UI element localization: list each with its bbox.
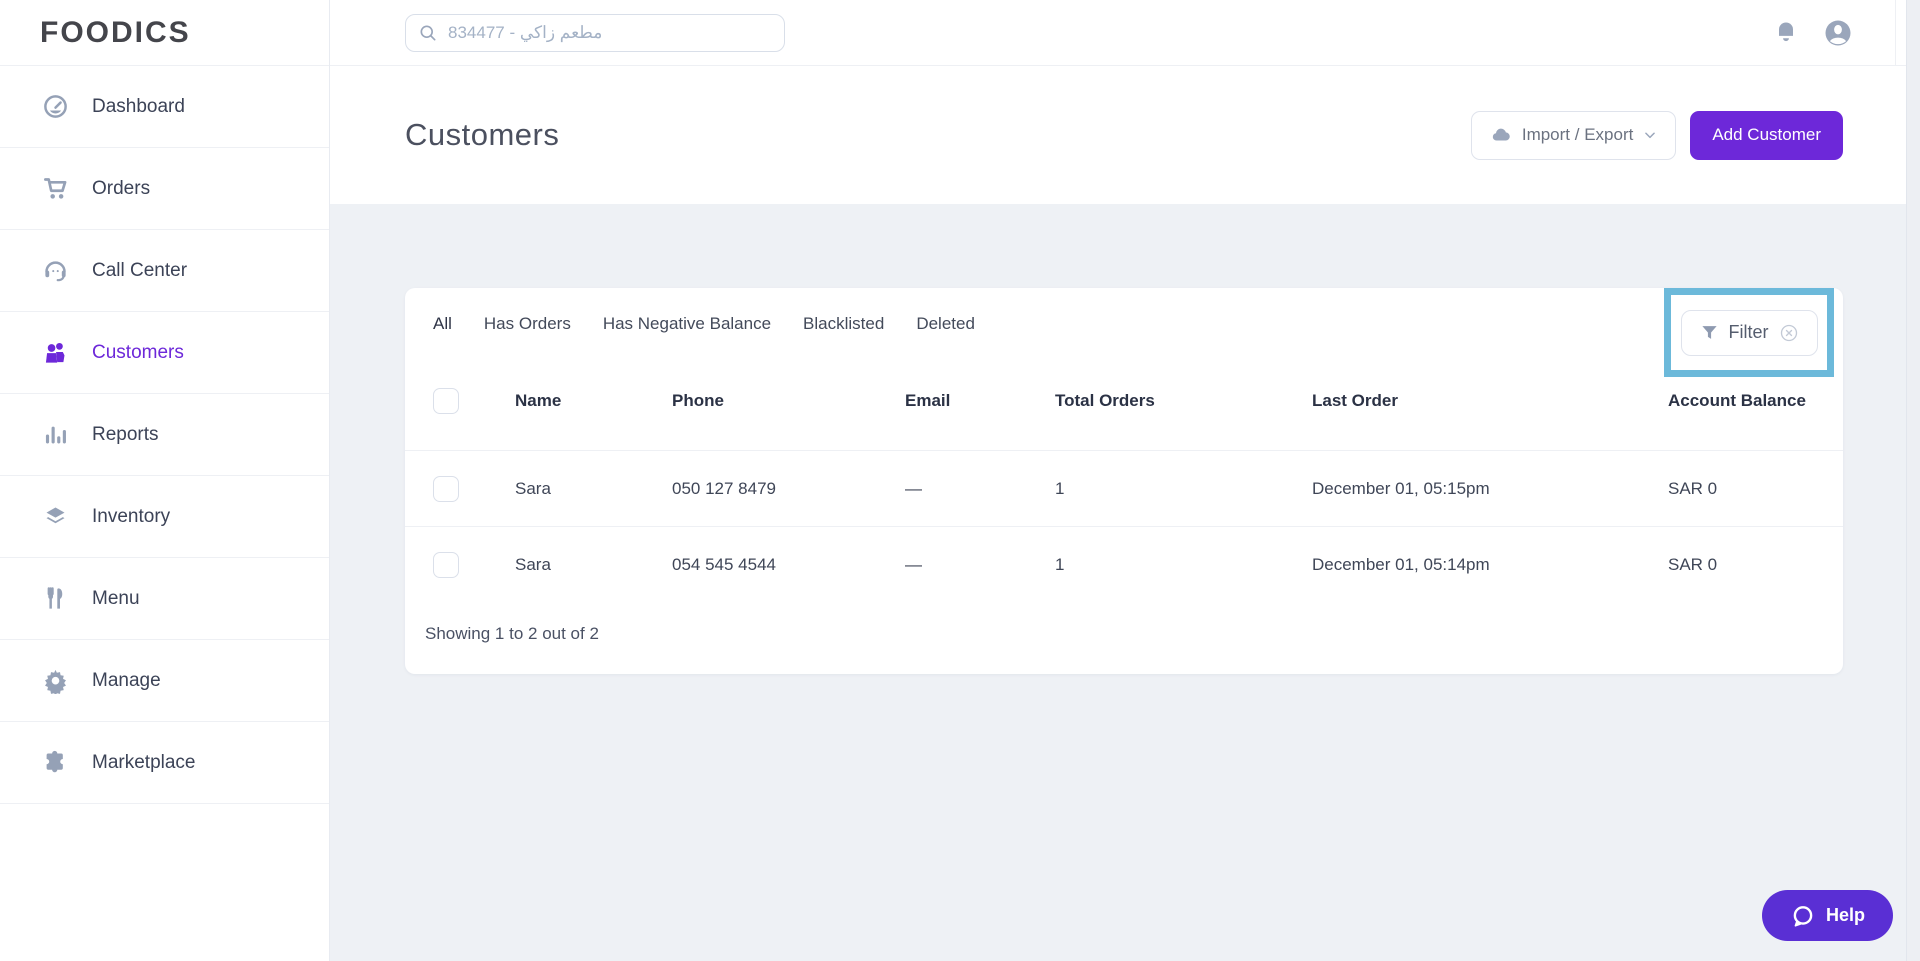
tab-has-negative-balance[interactable]: Has Negative Balance [603, 314, 771, 334]
filter-button[interactable]: Filter [1680, 309, 1818, 356]
column-header-account-balance: Account Balance [1668, 391, 1806, 410]
cloud-icon [1490, 124, 1512, 146]
customers-icon [40, 338, 70, 368]
sidebar-item-label: Manage [92, 669, 161, 691]
cell-phone: 054 545 4544 [672, 554, 776, 574]
column-header-phone: Phone [672, 391, 724, 410]
search-icon [418, 23, 438, 43]
customers-card: All Has Orders Has Negative Balance Blac… [405, 288, 1843, 674]
search-input[interactable]: مطعم زاكي - 834477 [405, 13, 785, 52]
table-row[interactable]: Sara 050 127 8479 — 1 December 01, 05:15… [405, 450, 1843, 526]
chevron-down-icon [1643, 128, 1657, 142]
chat-bubble-icon [1790, 903, 1816, 929]
utensils-icon [40, 584, 70, 614]
pagination-summary: Showing 1 to 2 out of 2 [425, 624, 599, 643]
sidebar-item-manage[interactable]: Manage [0, 640, 329, 722]
help-label: Help [1825, 905, 1865, 925]
content-area: All Has Orders Has Negative Balance Blac… [330, 204, 1920, 961]
sidebar-item-label: Call Center [92, 259, 188, 281]
cell-email: — [905, 478, 922, 498]
import-export-label: Import / Export [1521, 125, 1634, 144]
row-checkbox[interactable] [433, 475, 459, 502]
row-checkbox[interactable] [433, 551, 459, 578]
header-actions: Import / Export Add Customer [1470, 110, 1843, 160]
select-all-checkbox[interactable] [433, 388, 459, 414]
bar-chart-icon [40, 420, 70, 450]
cell-account-balance: SAR 0 [1668, 554, 1718, 574]
cell-total-orders: 1 [1055, 478, 1065, 498]
sidebar-item-label: Menu [92, 587, 140, 609]
add-customer-button[interactable]: Add Customer [1690, 110, 1843, 160]
import-export-button[interactable]: Import / Export [1470, 110, 1677, 160]
cell-last-order: December 01, 05:14pm [1312, 554, 1490, 574]
cart-icon [40, 174, 70, 204]
sidebar-item-label: Inventory [92, 505, 171, 527]
sidebar-item-menu[interactable]: Menu [0, 558, 329, 640]
app-root: FOODICS Dashboard Orders Call Center Cus [0, 0, 1920, 961]
funnel-icon [1700, 323, 1719, 342]
tab-has-orders[interactable]: Has Orders [484, 314, 571, 334]
column-header-total-orders: Total Orders [1055, 391, 1155, 410]
topbar: مطعم زاكي - 834477 [330, 0, 1920, 66]
sidebar-item-call-center[interactable]: Call Center [0, 230, 329, 312]
column-header-name: Name [515, 391, 562, 410]
cell-account-balance: SAR 0 [1668, 478, 1718, 498]
cell-name: Sara [515, 554, 551, 574]
cell-email: — [905, 554, 922, 574]
cell-name: Sara [515, 478, 551, 498]
filter-tabs: All Has Orders Has Negative Balance Blac… [405, 288, 1843, 352]
topbar-right [1769, 0, 1896, 65]
sidebar-item-marketplace[interactable]: Marketplace [0, 722, 329, 804]
dashboard-icon [40, 92, 70, 122]
sidebar-item-label: Marketplace [92, 751, 196, 773]
page-title: Customers [405, 117, 560, 152]
main-area: مطعم زاكي - 834477 Customers Import / Ex… [330, 0, 1920, 961]
tab-all[interactable]: All [433, 314, 452, 334]
sidebar-item-label: Reports [92, 423, 159, 445]
logo-area: FOODICS [0, 0, 329, 66]
sidebar-item-dashboard[interactable]: Dashboard [0, 66, 329, 148]
page-header: Customers Import / Export Add Customer [330, 66, 1920, 204]
sidebar-item-orders[interactable]: Orders [0, 148, 329, 230]
clear-filter-icon[interactable] [1779, 323, 1799, 343]
help-button[interactable]: Help [1762, 890, 1893, 941]
filter-button-label: Filter [1728, 322, 1769, 342]
cell-phone: 050 127 8479 [672, 478, 776, 498]
user-avatar-icon[interactable] [1821, 16, 1855, 50]
foodics-logo: FOODICS [40, 15, 191, 49]
notifications-bell-icon[interactable] [1769, 16, 1803, 50]
gear-icon [40, 666, 70, 696]
headset-icon [40, 256, 70, 286]
sidebar-item-customers[interactable]: Customers [0, 312, 329, 394]
sidebar-item-label: Customers [92, 341, 184, 363]
layers-icon [40, 502, 70, 532]
sidebar-item-label: Dashboard [92, 95, 185, 117]
search-value: مطعم زاكي - 834477 [448, 22, 603, 42]
cell-total-orders: 1 [1055, 554, 1065, 574]
table-header-row: Name Phone Email Total Orders Last Order… [405, 352, 1843, 450]
sidebar-item-inventory[interactable]: Inventory [0, 476, 329, 558]
cell-last-order: December 01, 05:15pm [1312, 478, 1490, 498]
column-header-last-order: Last Order [1312, 391, 1398, 410]
filter-highlight-annotation: Filter [1664, 288, 1834, 377]
sidebar-item-label: Orders [92, 177, 151, 199]
puzzle-icon [40, 748, 70, 778]
tab-blacklisted[interactable]: Blacklisted [803, 314, 884, 334]
scrollbar-track[interactable] [1906, 0, 1920, 961]
table-row[interactable]: Sara 054 545 4544 — 1 December 01, 05:14… [405, 526, 1843, 602]
sidebar: FOODICS Dashboard Orders Call Center Cus [0, 0, 330, 961]
tab-deleted[interactable]: Deleted [916, 314, 975, 334]
sidebar-item-reports[interactable]: Reports [0, 394, 329, 476]
column-header-email: Email [905, 391, 951, 410]
